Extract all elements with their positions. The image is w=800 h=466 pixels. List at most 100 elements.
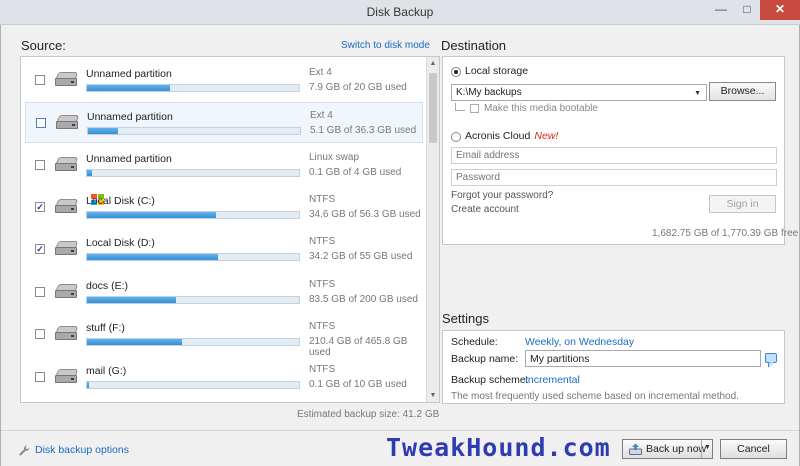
partition-row[interactable]: Unnamed partition Ext 4 5.1 GB of 36.3 GB … xyxy=(25,102,423,143)
window-title: Disk Backup xyxy=(366,5,434,19)
partition-name: Unnamed partition xyxy=(86,68,172,80)
email-field[interactable] xyxy=(451,147,777,164)
hard-disk-icon xyxy=(55,283,79,299)
chevron-down-icon[interactable]: ▼ xyxy=(704,444,711,451)
partition-usage-fill xyxy=(87,212,217,218)
partition-usage-bar xyxy=(86,296,300,304)
switch-to-disk-mode-link[interactable]: Switch to disk mode xyxy=(341,40,430,51)
backup-name-label: Backup name: xyxy=(451,353,519,365)
local-storage-label: Local storage xyxy=(465,65,529,77)
partition-usage-text: 34.2 GB of 55 GB used xyxy=(309,251,413,262)
backup-location-value: K:\My backups xyxy=(456,87,522,98)
partition-usage-bar xyxy=(87,127,301,135)
partition-usage-fill xyxy=(87,170,93,176)
disk-backup-options-label: Disk backup options xyxy=(35,444,129,456)
partition-name: Unnamed partition xyxy=(87,111,173,123)
partition-row[interactable]: Unnamed partition Ext 4 7.9 GB of 20 GB us… xyxy=(25,60,423,101)
free-space-label: 1,682.75 GB of 1,770.39 GB free xyxy=(652,228,799,239)
close-button[interactable]: ✕ xyxy=(760,0,800,20)
settings-panel: Schedule: Weekly, on Wednesday Backup na… xyxy=(442,330,785,404)
partition-usage-fill xyxy=(87,382,90,388)
scroll-down-arrow-icon[interactable]: ▼ xyxy=(427,389,439,402)
partition-name: Local Disk (D:) xyxy=(86,237,155,249)
local-storage-radio[interactable] xyxy=(451,67,461,77)
partition-usage-text: 0.1 GB of 10 GB used xyxy=(309,379,407,390)
partition-filesystem: NTFS xyxy=(309,194,336,205)
partition-usage-bar xyxy=(86,338,300,346)
partition-name: docs (E:) xyxy=(86,280,129,292)
partition-usage-text: 0.1 GB of 4 GB used xyxy=(309,167,402,178)
browse-button[interactable]: Browse... xyxy=(709,82,776,101)
comment-icon[interactable] xyxy=(765,353,777,363)
partition-list: ▲ ▼ Unnamed partition Ext 4 7.9 GB of 20 G… xyxy=(20,56,440,403)
hard-disk-icon xyxy=(55,368,79,384)
backup-name-input[interactable] xyxy=(525,350,761,367)
partition-usage-fill xyxy=(87,297,177,303)
maximize-button[interactable]: □ xyxy=(734,0,760,20)
scroll-up-arrow-icon[interactable]: ▲ xyxy=(427,57,439,70)
acronis-cloud-label: Acronis Cloud xyxy=(465,130,531,142)
partition-row[interactable]: stuff (F:) NTFS 210.4 GB of 465.8 GB used xyxy=(25,314,423,358)
backup-scheme-link[interactable]: Incremental xyxy=(525,374,580,386)
partition-usage-bar xyxy=(86,211,300,219)
password-field[interactable] xyxy=(451,169,777,186)
settings-heading: Settings xyxy=(442,311,489,326)
dialog-body: Source: Switch to disk mode ▲ ▼ Unnamed … xyxy=(0,25,800,466)
partition-usage-text: 83.5 GB of 200 GB used xyxy=(309,294,418,305)
back-up-now-label: Back up now xyxy=(646,443,707,455)
footer-bar: Disk backup options TweakHound.com Back … xyxy=(1,430,799,466)
partition-list-scrollbar[interactable]: ▲ ▼ xyxy=(426,57,439,402)
hard-disk-icon xyxy=(55,325,79,341)
split-divider xyxy=(701,440,702,458)
sign-in-button[interactable]: Sign in xyxy=(709,195,776,213)
make-bootable-label: Make this media bootable xyxy=(484,103,598,114)
partition-usage-fill xyxy=(87,85,170,91)
partition-checkbox[interactable] xyxy=(35,372,45,382)
title-bar: Disk Backup — □ ✕ xyxy=(0,0,800,25)
back-up-now-button[interactable]: Back up now ▼ xyxy=(622,439,713,459)
partition-checkbox[interactable] xyxy=(35,329,45,339)
partition-checkbox[interactable] xyxy=(36,118,46,128)
partition-name: stuff (F:) xyxy=(86,322,125,334)
source-heading: Source: xyxy=(21,38,66,53)
backup-location-select[interactable]: K:\My backups ▼ xyxy=(451,84,707,101)
tree-connector xyxy=(455,103,465,111)
partition-usage-text: 7.9 GB of 20 GB used xyxy=(309,82,407,93)
partition-row[interactable]: docs (E:) NTFS 83.5 GB of 200 GB used xyxy=(25,272,423,313)
partition-usage-text: 34.6 GB of 56.3 GB used xyxy=(309,209,421,220)
acronis-cloud-radio[interactable] xyxy=(451,132,461,142)
minimize-button[interactable]: — xyxy=(708,0,734,20)
partition-usage-fill xyxy=(87,339,183,345)
forgot-password-link[interactable]: Forgot your password? xyxy=(451,190,553,201)
partition-name: Local Disk (C:) xyxy=(86,195,155,207)
disk-backup-options-link[interactable]: Disk backup options xyxy=(19,444,129,456)
partition-usage-fill xyxy=(88,128,118,134)
partition-checkbox[interactable] xyxy=(35,160,45,170)
partition-usage-text: 5.1 GB of 36.3 GB used xyxy=(310,125,417,136)
partition-filesystem: Linux swap xyxy=(309,152,360,163)
partition-filesystem: NTFS xyxy=(309,236,336,247)
partition-usage-bar xyxy=(86,169,300,177)
partition-row[interactable]: Unnamed partition Linux swap 0.1 GB of 4 G… xyxy=(25,145,423,186)
backup-scheme-label: Backup scheme: xyxy=(451,374,529,386)
schedule-link[interactable]: Weekly, on Wednesday xyxy=(525,336,634,348)
new-badge: New! xyxy=(534,130,559,142)
partition-checkbox[interactable] xyxy=(35,75,45,85)
scroll-thumb[interactable] xyxy=(429,73,437,143)
partition-filesystem: NTFS xyxy=(309,364,336,375)
partition-checkbox[interactable] xyxy=(35,287,45,297)
partition-row[interactable]: ✓ Local Disk (C:) NTFS 34.6 GB of 56.3 GB u… xyxy=(25,187,423,228)
cancel-button[interactable]: Cancel xyxy=(720,439,787,459)
partition-usage-text: 210.4 GB of 465.8 GB used xyxy=(309,336,408,358)
make-bootable-checkbox[interactable] xyxy=(470,104,479,113)
partition-checkbox[interactable]: ✓ xyxy=(35,202,45,212)
partition-checkbox[interactable]: ✓ xyxy=(35,244,45,254)
partition-filesystem: NTFS xyxy=(309,321,336,332)
partition-row[interactable]: ✓ Local Disk (D:) NTFS 34.2 GB of 55 GB use… xyxy=(25,229,423,270)
create-account-link[interactable]: Create account xyxy=(451,204,519,215)
chevron-down-icon: ▼ xyxy=(694,90,701,97)
hard-disk-icon xyxy=(55,71,79,87)
partition-row[interactable]: mail (G:) NTFS 0.1 GB of 10 GB used xyxy=(25,357,423,398)
wrench-icon xyxy=(19,445,30,456)
hard-disk-icon xyxy=(56,114,80,130)
